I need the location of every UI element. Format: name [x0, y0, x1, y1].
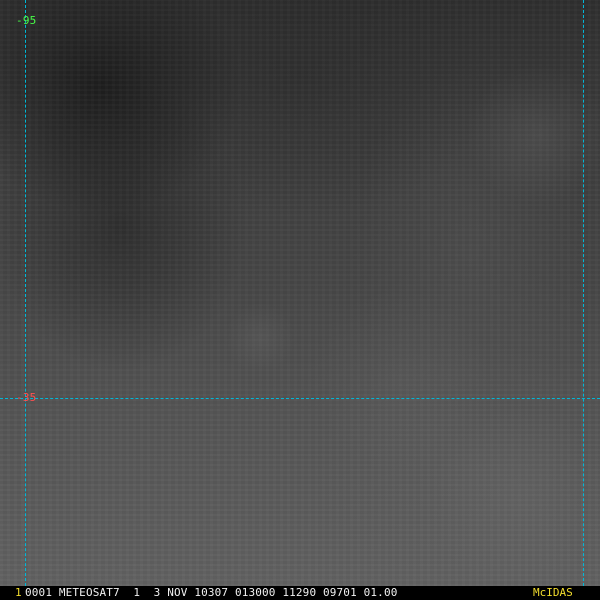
satellite-viewer: -95 -35 1 0001 METEOSAT7 1 3 NOV 10307 0…: [0, 0, 600, 600]
status-bar: 1 0001 METEOSAT7 1 3 NOV 10307 013000 11…: [0, 586, 600, 600]
brand-label: McIDAS: [533, 586, 573, 599]
image-info-text: 0001 METEOSAT7 1 3 NOV 10307 013000 1129…: [25, 586, 398, 599]
frame-number: 1: [15, 586, 22, 599]
satellite-image: [0, 0, 600, 586]
